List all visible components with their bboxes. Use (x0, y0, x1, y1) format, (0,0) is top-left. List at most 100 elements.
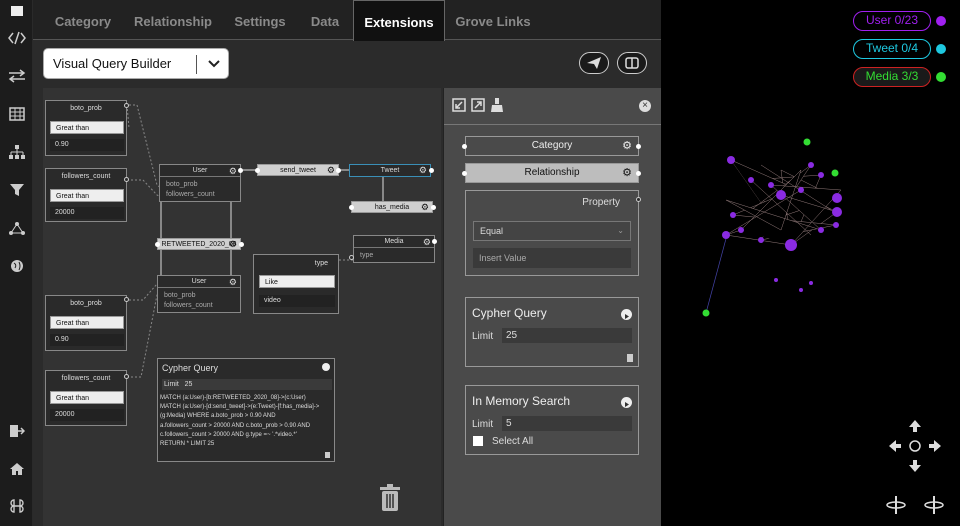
filter-node-followers-count[interactable]: followers_count Great than 20000 (45, 168, 127, 222)
tab-grove-links[interactable]: Grove Links (451, 0, 535, 40)
memory-search-title: In Memory Search (472, 394, 571, 408)
filter-operator[interactable]: Great than (50, 316, 124, 329)
filter-value[interactable]: 0.90 (50, 334, 124, 346)
mode-select[interactable]: Visual Query Builder (43, 48, 229, 79)
operator-select[interactable]: Equal ⌄ (473, 221, 631, 241)
relationship-has-media[interactable]: has_media ⚙ (351, 201, 433, 213)
gear-icon[interactable]: ⚙ (229, 238, 237, 250)
broom-icon[interactable] (490, 98, 504, 112)
play-icon[interactable] (621, 309, 632, 320)
connector-dot[interactable] (636, 197, 641, 202)
gear-icon[interactable]: ⚙ (327, 164, 335, 176)
pan-down-icon[interactable] (907, 458, 923, 474)
file-icon[interactable] (325, 452, 330, 458)
document-icon[interactable] (0, 0, 33, 24)
connector-dot[interactable] (255, 168, 260, 173)
gear-icon[interactable]: ⚙ (229, 166, 237, 177)
trash-icon[interactable] (379, 484, 401, 517)
filter-operator[interactable]: Great than (50, 121, 124, 134)
connector-dot[interactable] (462, 144, 467, 149)
tab-category[interactable]: Category (45, 0, 121, 40)
tab-settings[interactable]: Settings (227, 0, 293, 40)
pan-up-icon[interactable] (907, 418, 923, 434)
pan-right-icon[interactable] (927, 438, 943, 454)
gear-icon[interactable]: ⚙ (622, 164, 632, 182)
user-node[interactable]: User boto_prob followers_count ⚙ (157, 275, 241, 313)
gear-icon[interactable]: ⚙ (622, 137, 632, 155)
query-canvas[interactable]: boto_prob Great than 0.90 followers_coun… (43, 88, 441, 526)
connector-dot[interactable] (124, 103, 129, 108)
filter-operator[interactable]: Like (259, 275, 335, 288)
connector-dot[interactable] (124, 177, 129, 182)
media-node[interactable]: Media type ⚙ (353, 235, 435, 263)
user-node[interactable]: User boto_prob followers_count ⚙ (159, 164, 241, 202)
logout-icon[interactable] (0, 419, 33, 443)
connector-dot[interactable] (432, 239, 437, 244)
connector-dot[interactable] (239, 242, 244, 247)
select-all-checkbox[interactable] (473, 436, 483, 446)
file-icon[interactable] (627, 354, 633, 362)
insert-value-input[interactable]: Insert Value (473, 248, 631, 268)
connector-dot[interactable] (336, 168, 341, 173)
network-icon[interactable] (0, 216, 33, 240)
filter-value[interactable]: video (259, 295, 335, 307)
tab-data[interactable]: Data (303, 0, 347, 40)
gear-icon[interactable]: ⚙ (421, 201, 429, 213)
connector-dot[interactable] (636, 144, 641, 149)
type-filter-node[interactable]: type Like video (253, 254, 339, 314)
tab-extensions[interactable]: Extensions (353, 0, 445, 41)
rotate-right-icon[interactable] (923, 494, 945, 516)
globe-icon[interactable] (0, 254, 33, 278)
import-icon[interactable] (452, 98, 466, 112)
close-icon[interactable]: × (639, 100, 651, 112)
filter-operator[interactable]: Great than (50, 189, 124, 202)
filter-value[interactable]: 0.90 (50, 139, 124, 151)
filter-node-boto-prob[interactable]: boto_prob Great than 0.90 (45, 100, 127, 156)
node-title: User (158, 276, 240, 288)
graph-view[interactable]: User 0/23 Tweet 0/4 Media 3/3 (661, 0, 960, 526)
filter-node-followers-count[interactable]: followers_count Great than 20000 (45, 370, 127, 426)
pan-left-icon[interactable] (887, 438, 903, 454)
gear-icon[interactable]: ⚙ (423, 237, 431, 248)
memory-limit-input[interactable]: 5 (502, 416, 632, 431)
split-view-button[interactable] (617, 52, 647, 74)
cypher-limit-input[interactable]: 25 (502, 328, 632, 343)
connector-dot[interactable] (349, 255, 354, 260)
filter-icon[interactable] (0, 178, 33, 202)
filter-value[interactable]: 20000 (50, 207, 124, 219)
tab-relationship[interactable]: Relationship (129, 0, 217, 40)
relationship-item[interactable]: Relationship ⚙ (465, 163, 639, 183)
relationship-retweeted[interactable]: RETWEETED_2020_08 ⚙ (157, 238, 241, 250)
connector-dot[interactable] (155, 242, 160, 247)
connector-dot[interactable] (238, 168, 243, 173)
command-icon[interactable] (0, 494, 33, 518)
gear-icon[interactable]: ⚙ (419, 165, 427, 176)
tweet-node[interactable]: Tweet ⚙ (349, 164, 431, 177)
filter-node-boto-prob[interactable]: boto_prob Great than 0.90 (45, 295, 127, 351)
export-icon[interactable] (471, 98, 485, 112)
connector-dot[interactable] (429, 168, 434, 173)
relationship-send-tweet[interactable]: send_tweet ⚙ (257, 164, 339, 176)
play-icon[interactable] (322, 363, 330, 371)
send-button[interactable] (579, 52, 609, 74)
hierarchy-icon[interactable] (0, 140, 33, 164)
cypher-limit-row[interactable]: Limit 25 (162, 379, 332, 390)
filter-value[interactable]: 20000 (50, 409, 124, 421)
connector-dot[interactable] (636, 171, 641, 176)
rotate-left-icon[interactable] (885, 494, 907, 516)
recenter-icon[interactable] (907, 438, 923, 454)
gear-icon[interactable]: ⚙ (229, 277, 237, 288)
category-item[interactable]: Category ⚙ (465, 136, 639, 156)
connector-dot[interactable] (124, 374, 129, 379)
connector-dot[interactable] (462, 171, 467, 176)
connector-dot[interactable] (124, 297, 129, 302)
table-icon[interactable] (0, 102, 33, 126)
swap-icon[interactable] (0, 64, 33, 88)
connector-dot[interactable] (349, 205, 354, 210)
home-icon[interactable] (0, 457, 33, 481)
cypher-query-node[interactable]: Cypher Query Limit 25 MATCH (a:User)-[b:… (157, 358, 335, 462)
code-icon[interactable] (0, 26, 33, 50)
play-icon[interactable] (621, 397, 632, 408)
filter-operator[interactable]: Great than (50, 391, 124, 404)
connector-dot[interactable] (431, 205, 436, 210)
